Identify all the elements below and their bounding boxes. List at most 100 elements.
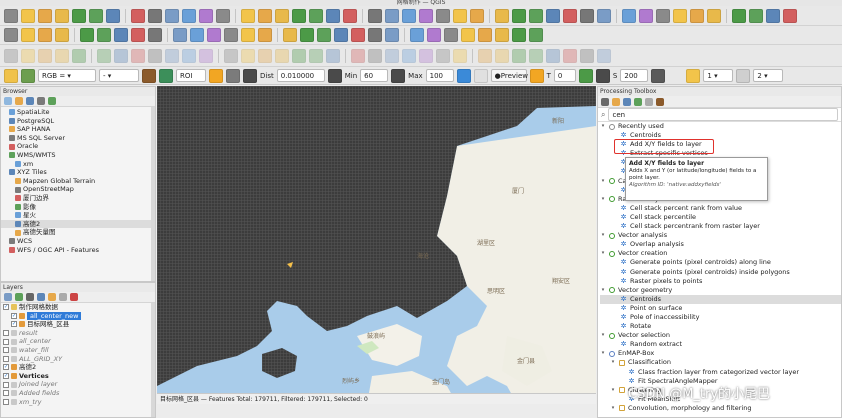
layer-checkbox[interactable] xyxy=(3,355,9,362)
toolbar-button[interactable] xyxy=(300,28,314,42)
browser-item[interactable]: 厦门边界 xyxy=(1,194,155,203)
toolbar-button[interactable] xyxy=(292,8,306,23)
toolbar-button[interactable] xyxy=(529,28,543,42)
expand-arrow-icon[interactable]: ▾ xyxy=(600,349,606,358)
batch-icon[interactable] xyxy=(645,97,653,106)
processing-alg[interactable]: ✲ Centroids xyxy=(600,294,841,304)
toolbar-button[interactable] xyxy=(309,8,323,23)
toolbar-button[interactable] xyxy=(563,8,577,23)
toolbar-button[interactable] xyxy=(275,8,289,23)
python-icon[interactable] xyxy=(634,97,642,106)
toolbar-button[interactable] xyxy=(258,8,272,23)
toolbar-button[interactable] xyxy=(224,28,238,42)
toolbar-button[interactable] xyxy=(351,28,365,42)
toolbar-button[interactable] xyxy=(317,28,331,42)
toolbar-button[interactable] xyxy=(495,48,509,63)
toolbar-button[interactable] xyxy=(182,48,196,63)
layer-item[interactable]: ✓ 目标网格_区县 xyxy=(1,320,155,329)
toolbar-button[interactable] xyxy=(326,8,340,23)
toolbar-button[interactable] xyxy=(402,48,416,63)
toolbar-button[interactable] xyxy=(673,8,687,23)
layer-item[interactable]: all_center xyxy=(1,337,155,346)
toolbar-button[interactable] xyxy=(216,8,230,23)
refresh-icon[interactable] xyxy=(4,97,12,105)
toolbar-button[interactable] xyxy=(131,28,145,42)
expand-arrow-icon[interactable]: ▾ xyxy=(600,286,606,295)
toolbar-button[interactable] xyxy=(55,28,69,42)
toolbar-button[interactable] xyxy=(546,48,560,63)
options-icon[interactable] xyxy=(656,97,664,106)
raster-tool-icon[interactable] xyxy=(4,68,18,83)
layer-item[interactable]: Added fields xyxy=(1,389,155,398)
toolbar-button[interactable] xyxy=(351,48,365,63)
toolbar-button[interactable] xyxy=(258,48,272,63)
toolbar-button[interactable] xyxy=(580,8,594,23)
min-input[interactable]: 60 xyxy=(360,69,389,82)
undo-roi-icon[interactable] xyxy=(226,68,240,83)
toolbar-button[interactable] xyxy=(402,8,416,23)
browser-item[interactable]: WFS / OGC API - Features xyxy=(1,246,155,255)
style-icon[interactable] xyxy=(4,293,12,301)
toolbar-button[interactable] xyxy=(309,48,323,63)
toolbar-button[interactable] xyxy=(478,48,492,63)
layers-scrollbar[interactable] xyxy=(151,303,155,417)
processing-alg[interactable]: ✲ Class fraction layer from categorized v… xyxy=(600,368,841,377)
filter-icon[interactable] xyxy=(26,97,34,105)
toolbar-button[interactable] xyxy=(732,8,746,23)
toolbar-button[interactable] xyxy=(597,48,611,63)
toolbar-button[interactable] xyxy=(436,8,450,23)
band-icon[interactable] xyxy=(21,68,35,83)
toolbar-button[interactable] xyxy=(597,8,611,23)
browser-scrollbar[interactable] xyxy=(151,107,155,281)
expand-arrow-icon[interactable]: ▾ xyxy=(610,404,616,413)
toolbar-button[interactable] xyxy=(783,8,797,23)
toolbar-button[interactable] xyxy=(495,8,509,23)
toolbar-button[interactable] xyxy=(385,28,399,42)
processing-alg[interactable]: ✲ Overlap analysis xyxy=(600,240,841,249)
toolbar-button[interactable] xyxy=(690,8,704,23)
toolbar-button[interactable] xyxy=(207,28,221,42)
layer-item[interactable]: result xyxy=(1,329,155,338)
toolbar-button[interactable] xyxy=(292,48,306,63)
toolbar-button[interactable] xyxy=(343,8,357,23)
layer-checkbox[interactable]: ✓ xyxy=(3,304,9,311)
toolbar-button[interactable] xyxy=(165,8,179,23)
toolbar-button[interactable] xyxy=(410,28,424,42)
toolbar-button[interactable] xyxy=(148,48,162,63)
toolbar-button[interactable] xyxy=(766,8,780,23)
layer-item[interactable]: water_fill xyxy=(1,346,155,355)
toolbar-button[interactable] xyxy=(419,48,433,63)
layer-checkbox[interactable] xyxy=(3,330,9,337)
toolbar-button[interactable] xyxy=(368,48,382,63)
toolbar-button[interactable] xyxy=(72,8,86,23)
processing-alg[interactable]: ✲ Random extract xyxy=(600,340,841,349)
toolbar-button[interactable] xyxy=(470,8,484,23)
expand-arrow-icon[interactable]: ▾ xyxy=(600,331,606,340)
toolbar-button[interactable] xyxy=(165,48,179,63)
grid-icon[interactable] xyxy=(456,68,471,83)
processing-group[interactable]: ▾ Vector selection xyxy=(600,331,841,340)
toolbar-button[interactable] xyxy=(639,8,653,23)
toolbar-button[interactable] xyxy=(749,8,763,23)
toolbar-button[interactable] xyxy=(656,8,670,23)
toolbar-button[interactable] xyxy=(529,8,543,23)
toolbar-button[interactable] xyxy=(427,28,441,42)
layer-item[interactable]: Joined layer xyxy=(1,380,155,389)
search-input[interactable]: cen xyxy=(608,108,838,121)
expand-arrow-icon[interactable]: ▾ xyxy=(600,177,606,186)
toolbar-button[interactable] xyxy=(478,28,492,42)
toolbar-button[interactable] xyxy=(241,8,255,23)
layer-checkbox[interactable]: ✓ xyxy=(11,312,17,319)
processing-alg[interactable]: ✲ Rotate xyxy=(600,322,841,331)
toolbar-button[interactable] xyxy=(55,48,69,63)
visibility-icon[interactable] xyxy=(26,293,34,301)
band-value-select[interactable]: - ▾ xyxy=(99,69,139,82)
processing-alg[interactable]: ✲ Pole of inaccessibility xyxy=(600,313,841,322)
browser-item[interactable]: 影像 xyxy=(1,203,155,212)
zoom-roi-icon[interactable] xyxy=(209,68,223,83)
expand-arrow-icon[interactable]: ▾ xyxy=(600,122,606,131)
toolbar-button[interactable] xyxy=(563,48,577,63)
filter-icon[interactable] xyxy=(37,293,45,301)
toolbar-button[interactable] xyxy=(131,8,145,23)
max-input[interactable]: 100 xyxy=(425,69,454,82)
